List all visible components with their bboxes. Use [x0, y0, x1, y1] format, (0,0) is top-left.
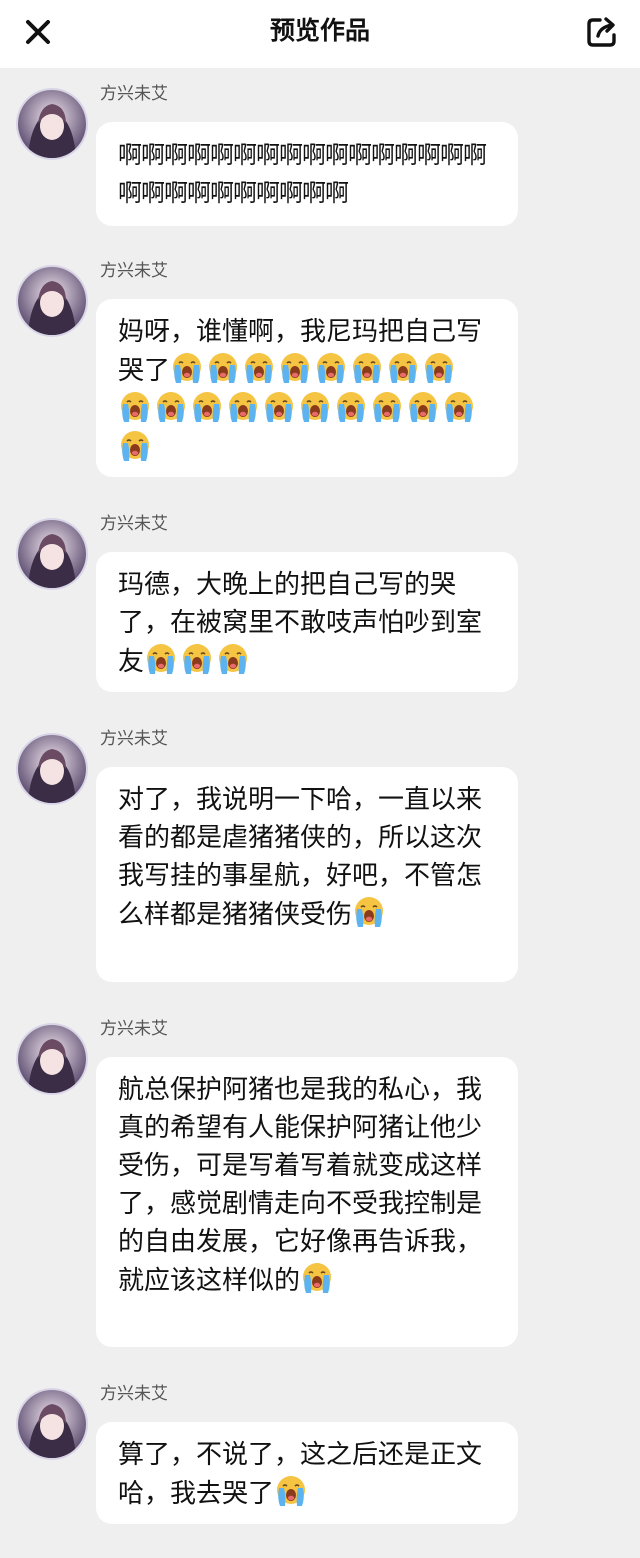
emoji-group: [170, 353, 458, 386]
message-bubble: 对了，我说明一下哈，一直以来看的都是虐猪猪侠的，所以这次我写挂的事星航，好吧，不…: [96, 767, 518, 982]
loudly-crying-face-icon: [180, 642, 214, 676]
loudly-crying-face-icon: [422, 351, 456, 385]
emoji-group: [274, 1476, 310, 1509]
share-button[interactable]: [582, 12, 622, 52]
avatar[interactable]: [18, 1025, 86, 1093]
loudly-crying-face-icon: [442, 390, 476, 424]
message-bubble: 算了，不说了，这之后还是正文哈，我去哭了: [96, 1422, 518, 1524]
avatar[interactable]: [18, 735, 86, 803]
message-bubble: 啊啊啊啊啊啊啊啊啊啊啊啊啊啊啊啊啊啊啊啊啊啊啊啊啊啊: [96, 122, 518, 226]
loudly-crying-face-icon: [352, 895, 386, 929]
loudly-crying-face-icon: [406, 390, 440, 424]
loudly-crying-face-icon: [242, 351, 276, 385]
loudly-crying-face-icon: [262, 390, 296, 424]
message-text: 对了，我说明一下哈，一直以来看的都是虐猪猪侠的，所以这次我写挂的事星航，好吧，不…: [118, 785, 483, 930]
author-name: 方兴未艾: [100, 261, 168, 281]
loudly-crying-face-icon: [350, 351, 384, 385]
message-bubble: 航总保护阿猪也是我的私心，我真的希望有人能保护阿猪让他少受伤，可是写着写着就变成…: [96, 1057, 518, 1347]
author-name: 方兴未艾: [100, 1384, 168, 1404]
loudly-crying-face-icon: [298, 390, 332, 424]
loudly-crying-face-icon: [226, 390, 260, 424]
emoji-group: [300, 1263, 336, 1296]
emoji-group: [118, 431, 154, 464]
loudly-crying-face-icon: [314, 351, 348, 385]
emoji-group: [144, 644, 252, 677]
avatar[interactable]: [18, 90, 86, 158]
emoji-group: [352, 897, 388, 930]
loudly-crying-face-icon: [370, 390, 404, 424]
loudly-crying-face-icon: [300, 1261, 334, 1295]
loudly-crying-face-icon: [144, 642, 178, 676]
loudly-crying-face-icon: [386, 351, 420, 385]
message-bubble: 玛德，大晚上的把自己写的哭了，在被窝里不敢吱声怕吵到室友: [96, 552, 518, 692]
loudly-crying-face-icon: [118, 429, 152, 463]
page-title: 预览作品: [269, 16, 370, 45]
author-name: 方兴未艾: [100, 729, 168, 749]
loudly-crying-face-icon: [206, 351, 240, 385]
message-text: 啊啊啊啊啊啊啊啊啊啊啊啊啊啊啊啊啊啊啊啊啊啊啊啊啊啊: [118, 141, 487, 207]
share-icon: [587, 17, 616, 47]
top-bar: 预览作品: [0, 0, 640, 68]
loudly-crying-face-icon: [216, 642, 250, 676]
emoji-group: [118, 392, 478, 425]
avatar[interactable]: [18, 520, 86, 588]
avatar[interactable]: [18, 1390, 86, 1458]
avatar[interactable]: [18, 267, 86, 335]
author-name: 方兴未艾: [100, 1019, 168, 1039]
loudly-crying-face-icon: [334, 390, 368, 424]
loudly-crying-face-icon: [118, 390, 152, 424]
loudly-crying-face-icon: [170, 351, 204, 385]
loudly-crying-face-icon: [154, 390, 188, 424]
message-bubble: 妈呀，谁懂啊，我尼玛把自己写哭了: [96, 299, 518, 477]
loudly-crying-face-icon: [278, 351, 312, 385]
author-name: 方兴未艾: [100, 84, 168, 104]
loudly-crying-face-icon: [190, 390, 224, 424]
loudly-crying-face-icon: [274, 1474, 308, 1508]
author-name: 方兴未艾: [100, 514, 168, 534]
